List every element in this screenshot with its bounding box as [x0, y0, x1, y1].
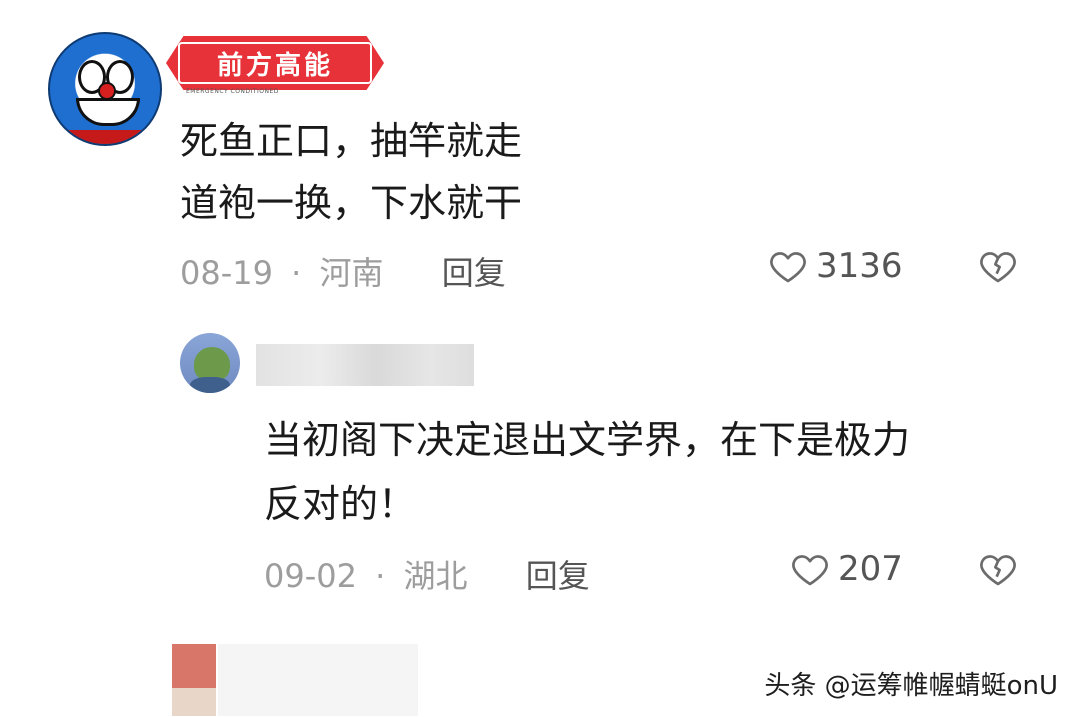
blurred-avatar-lower [172, 688, 216, 716]
comment-line: 当初阁下决定退出文学界，在下是极力 [264, 418, 911, 462]
meta-separator: · [291, 254, 302, 292]
broken-heart-icon [980, 555, 1016, 586]
broken-heart-icon [980, 252, 1016, 283]
like-count: 3136 [816, 246, 903, 286]
reply-button[interactable]: 回复 [526, 557, 590, 595]
dislike-button[interactable] [978, 246, 1018, 290]
badge-subtitle: EMERGENCY CONDITIONED [186, 88, 279, 95]
reply-text: 当初阁下决定退出文学界，在下是极力 反对的！ [264, 408, 1044, 536]
blurred-avatar [172, 644, 216, 688]
reply-user-avatar[interactable] [180, 333, 240, 393]
comment-text: 死鱼正口，抽竿就走 道袍一换，下水就干 [180, 110, 522, 234]
comment-line: 死鱼正口，抽竿就走 [180, 119, 523, 163]
meta-separator: · [375, 557, 386, 595]
like-count: 207 [838, 549, 903, 589]
blurred-content [218, 644, 418, 716]
comment-date: 08-19 [180, 254, 273, 292]
blurred-username [256, 344, 474, 386]
like-button[interactable]: 207 [790, 549, 903, 589]
user-avatar[interactable] [48, 32, 162, 146]
comment-location: 湖北 [403, 557, 468, 595]
reply-button[interactable]: 回复 [442, 254, 506, 292]
dislike-button[interactable] [978, 549, 1018, 593]
heart-outline-icon [770, 252, 806, 283]
reply-meta: 09-02 · 湖北 回复 [264, 551, 590, 597]
comment-date: 09-02 [264, 557, 357, 595]
user-badge: 前方高能 [166, 36, 384, 90]
comment-line: 道袍一换，下水就干 [180, 181, 523, 225]
comment-location: 河南 [319, 254, 384, 292]
comment-meta: 08-19 · 河南 回复 [180, 248, 506, 294]
watermark: 头条 @运筹帷幄蜻蜓onU [764, 671, 1058, 701]
heart-outline-icon [792, 555, 828, 586]
badge-label: 前方高能 [178, 42, 372, 84]
comment-line: 反对的！ [264, 482, 417, 526]
like-button[interactable]: 3136 [768, 246, 903, 286]
